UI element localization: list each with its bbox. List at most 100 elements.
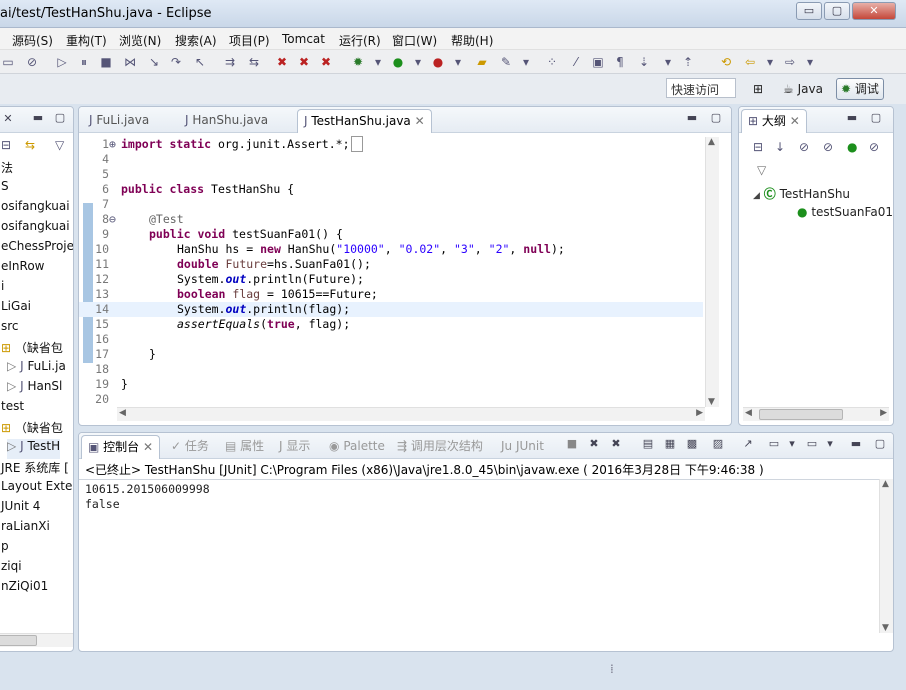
scroll-up-icon[interactable]: ▲ (882, 479, 889, 489)
menu-source[interactable]: 源码(S) (12, 32, 53, 49)
minimize-view-icon[interactable]: ▬ (685, 112, 699, 124)
tree-item[interactable]: osifangkuai (1, 219, 70, 239)
block-select-icon[interactable]: ▣ (590, 54, 606, 70)
tree-item[interactable]: p (1, 539, 9, 559)
external-tools-icon[interactable]: ● (430, 54, 446, 70)
tree-item[interactable]: i (1, 279, 4, 299)
back-icon[interactable]: ⇦ (742, 54, 758, 70)
scroll-thumb[interactable] (0, 635, 37, 646)
view-menu-icon[interactable]: ▽ (757, 163, 766, 177)
tree-item-test[interactable]: test (1, 399, 24, 419)
hide-nonpublic-icon[interactable]: ● (847, 140, 857, 154)
step-over-icon[interactable]: ↷ (168, 54, 184, 70)
tree-item[interactable]: osifangkuai (1, 199, 70, 219)
tree-item-hanshu[interactable]: ▷ J HanSl (7, 379, 62, 399)
perspective-java[interactable]: ☕ Java (778, 78, 828, 100)
collapse-all-icon[interactable]: ⊟ (753, 140, 763, 154)
scroll-thumb[interactable] (759, 409, 843, 420)
tree-item[interactable]: Layout Exter (1, 479, 73, 499)
outline-class-node[interactable]: ◢ Ⓒ TestHanShu (753, 185, 850, 202)
tree-item[interactable]: 法 (1, 159, 13, 179)
clear-console-icon[interactable]: ▤ (641, 438, 655, 450)
tab-properties[interactable]: ▤ 属性 (219, 435, 270, 459)
display-console-dropdown-icon[interactable]: ▾ (785, 438, 799, 450)
explorer-hscrollbar[interactable] (0, 633, 73, 647)
open-console-icon[interactable]: ▭ (805, 438, 819, 450)
maximize-view-icon[interactable]: ▢ (53, 112, 67, 124)
external-tools-dropdown-icon[interactable]: ▾ (450, 54, 466, 70)
maximize-view-icon[interactable]: ▢ (873, 438, 887, 450)
pin-console-icon[interactable]: ↗ (741, 438, 755, 450)
perspective-debug[interactable]: ✹ 调试 (836, 78, 884, 100)
outline-hscrollbar[interactable]: ◀ ▶ (743, 407, 889, 421)
next-annotation-icon[interactable]: ⇣ (636, 54, 652, 70)
tab-junit[interactable]: Ju JUnit (495, 435, 550, 459)
remove-all-launches-icon[interactable]: ✖ (609, 438, 623, 450)
menu-help[interactable]: 帮助(H) (451, 32, 493, 49)
terminate-icon[interactable]: ■ (98, 54, 114, 70)
exception-breakpoint-icon[interactable]: ✖ (318, 54, 334, 70)
console-vscrollbar[interactable]: ▲ ▼ (879, 479, 893, 633)
pencil-icon[interactable]: ✎ (498, 54, 514, 70)
expand-arrow-icon[interactable]: ▷ (7, 359, 16, 373)
run-dropdown-icon[interactable]: ▾ (410, 54, 426, 70)
scroll-left-icon[interactable]: ◀ (119, 408, 126, 418)
open-console-dropdown-icon[interactable]: ▾ (823, 438, 837, 450)
collapse-all-icon[interactable]: ⊟ (1, 138, 11, 152)
close-tab-icon[interactable]: ✕ (790, 114, 800, 128)
breakpoint-icon[interactable]: ✖ (274, 54, 290, 70)
open-perspective-icon[interactable]: ⊞ (748, 78, 768, 100)
tree-item[interactable]: eChessProjec (1, 239, 73, 259)
tree-item-default-package[interactable]: ⊞ （缺省包 (1, 339, 63, 359)
tree-item-default-package[interactable]: ⊞ （缺省包 (1, 419, 63, 439)
tree-item[interactable]: nZiQi01 (1, 579, 48, 599)
scroll-up-icon[interactable]: ▲ (708, 137, 715, 147)
hide-static-icon[interactable]: ⊘ (823, 140, 833, 154)
tree-item[interactable]: raLianXi (1, 519, 50, 539)
scroll-down-icon[interactable]: ▼ (882, 623, 889, 633)
tab-palette[interactable]: ◉ Palette (323, 435, 391, 459)
last-edit-icon[interactable]: ⟲ (718, 54, 734, 70)
tree-item[interactable]: eInRow (1, 259, 44, 279)
word-wrap-icon[interactable]: ▩ (685, 438, 699, 450)
close-button[interactable]: ✕ (852, 2, 896, 20)
menu-project[interactable]: 项目(P) (229, 32, 270, 49)
minimize-button[interactable]: ▭ (796, 2, 822, 20)
scroll-lock-icon[interactable]: ▦ (663, 438, 677, 450)
menu-refactor[interactable]: 重构(T) (66, 32, 107, 49)
tree-item-src[interactable]: src (1, 319, 19, 339)
tab-console[interactable]: ▣ 控制台 ✕ (81, 435, 161, 459)
menu-run[interactable]: 运行(R) (339, 32, 381, 49)
debug-dropdown-icon[interactable]: ▾ (370, 54, 386, 70)
sort-icon[interactable]: ↓ (775, 140, 785, 154)
new-icon[interactable]: ▭ (0, 54, 16, 70)
hide-local-types-icon[interactable]: ⊘ (869, 140, 879, 154)
scroll-left-icon[interactable]: ◀ (745, 408, 752, 418)
link-editor-icon[interactable]: ⇆ (25, 138, 35, 152)
tree-item[interactable]: JRE 系统库 [ (1, 459, 69, 479)
tab-outline[interactable]: ⊞ 大纲 ✕ (741, 109, 807, 133)
menu-navigate[interactable]: 浏览(N) (119, 32, 161, 49)
maximize-button[interactable]: ▢ (824, 2, 850, 20)
forward-dropdown-icon[interactable]: ▾ (802, 54, 818, 70)
tab-tasks[interactable]: ✓ 任务 (165, 435, 215, 459)
close-tab-icon[interactable]: ✕ (415, 114, 425, 128)
expand-arrow-icon[interactable]: ▷ (7, 379, 16, 393)
scroll-right-icon[interactable]: ▶ (880, 408, 887, 418)
remove-launch-icon[interactable]: ✖ (587, 438, 601, 450)
skip-breakpoints-icon[interactable]: ⊘ (24, 54, 40, 70)
menu-search[interactable]: 搜索(A) (175, 32, 217, 49)
show-on-output-icon[interactable]: ▨ (711, 438, 725, 450)
tree-item-testhanshu[interactable]: ▷ J TestH (7, 439, 61, 459)
minimize-view-icon[interactable]: ▬ (31, 112, 45, 124)
code-area[interactable]: 1 ⊕ import static org.junit.Assert.*; 4 5 … (79, 136, 719, 413)
expand-arrow-icon[interactable]: ▷ (7, 439, 16, 453)
minimize-view-icon[interactable]: ▬ (845, 112, 859, 124)
run-icon[interactable]: ● (390, 54, 406, 70)
outline-method-node[interactable]: ● testSuanFa01 (797, 205, 893, 219)
step-return-icon[interactable]: ↖ (192, 54, 208, 70)
view-menu-icon[interactable]: ▽ (55, 138, 64, 152)
pencil-dropdown-icon[interactable]: ▾ (518, 54, 534, 70)
toggle-mark-icon[interactable]: ⁘ (544, 54, 560, 70)
hide-fields-icon[interactable]: ⊘ (799, 140, 809, 154)
